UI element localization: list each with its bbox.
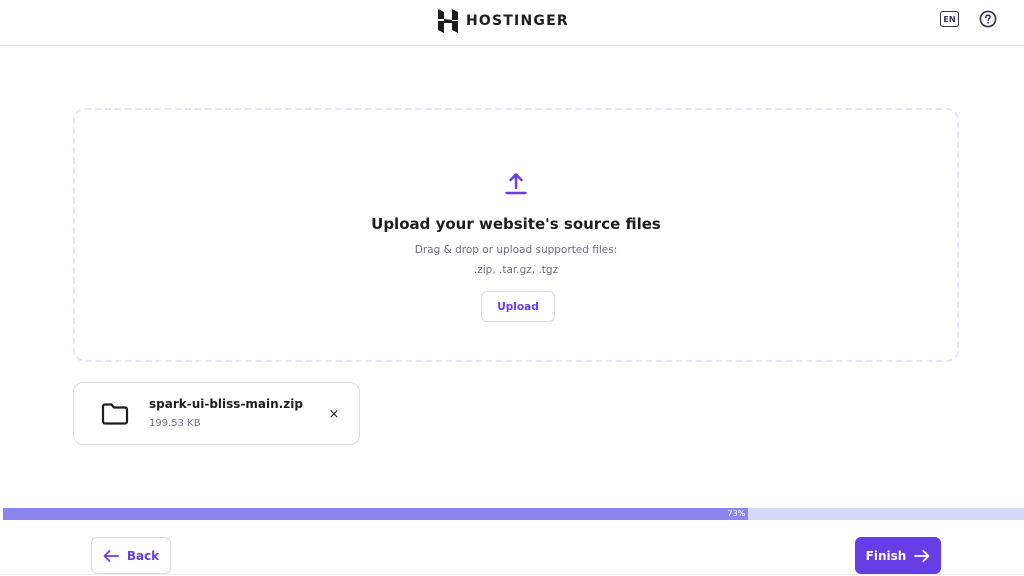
finish-button-label: Finish: [865, 548, 907, 563]
file-size: 199.53 KB: [149, 418, 201, 429]
upload-arrow-icon: [505, 173, 527, 195]
close-icon[interactable]: ×: [326, 406, 342, 422]
top-header: HOSTINGER EN: [0, 0, 1024, 46]
uploaded-file-card: spark-ui-bliss-main.zip 199.53 KB ×: [73, 382, 360, 445]
arrow-right-icon: [914, 549, 930, 562]
arrow-left-icon: [103, 549, 119, 562]
dropzone-title: Upload your website's source files: [371, 215, 661, 233]
question-circle-icon[interactable]: [979, 10, 997, 28]
file-name: spark-ui-bliss-main.zip: [149, 397, 303, 411]
upload-button[interactable]: Upload: [481, 291, 555, 322]
back-button[interactable]: Back: [91, 537, 171, 574]
finish-button[interactable]: Finish: [855, 537, 941, 574]
supported-formats: .zip, .tar.gz, .tgz: [473, 264, 559, 276]
folder-icon: [101, 403, 129, 425]
upload-progress-bar: 73%: [3, 508, 1024, 520]
footer-divider: [0, 574, 1024, 575]
back-button-label: Back: [126, 548, 160, 563]
brand-name: HOSTINGER: [466, 13, 569, 29]
dropzone-instructions: Drag & drop or upload supported files:: [414, 244, 618, 256]
upload-progress-label: 73%: [727, 509, 746, 518]
file-dropzone[interactable]: Upload your website's source files Drag …: [73, 108, 959, 362]
language-button[interactable]: EN: [940, 11, 959, 27]
hostinger-logo-icon: [438, 9, 458, 33]
brand-logo[interactable]: HOSTINGER: [438, 8, 569, 34]
